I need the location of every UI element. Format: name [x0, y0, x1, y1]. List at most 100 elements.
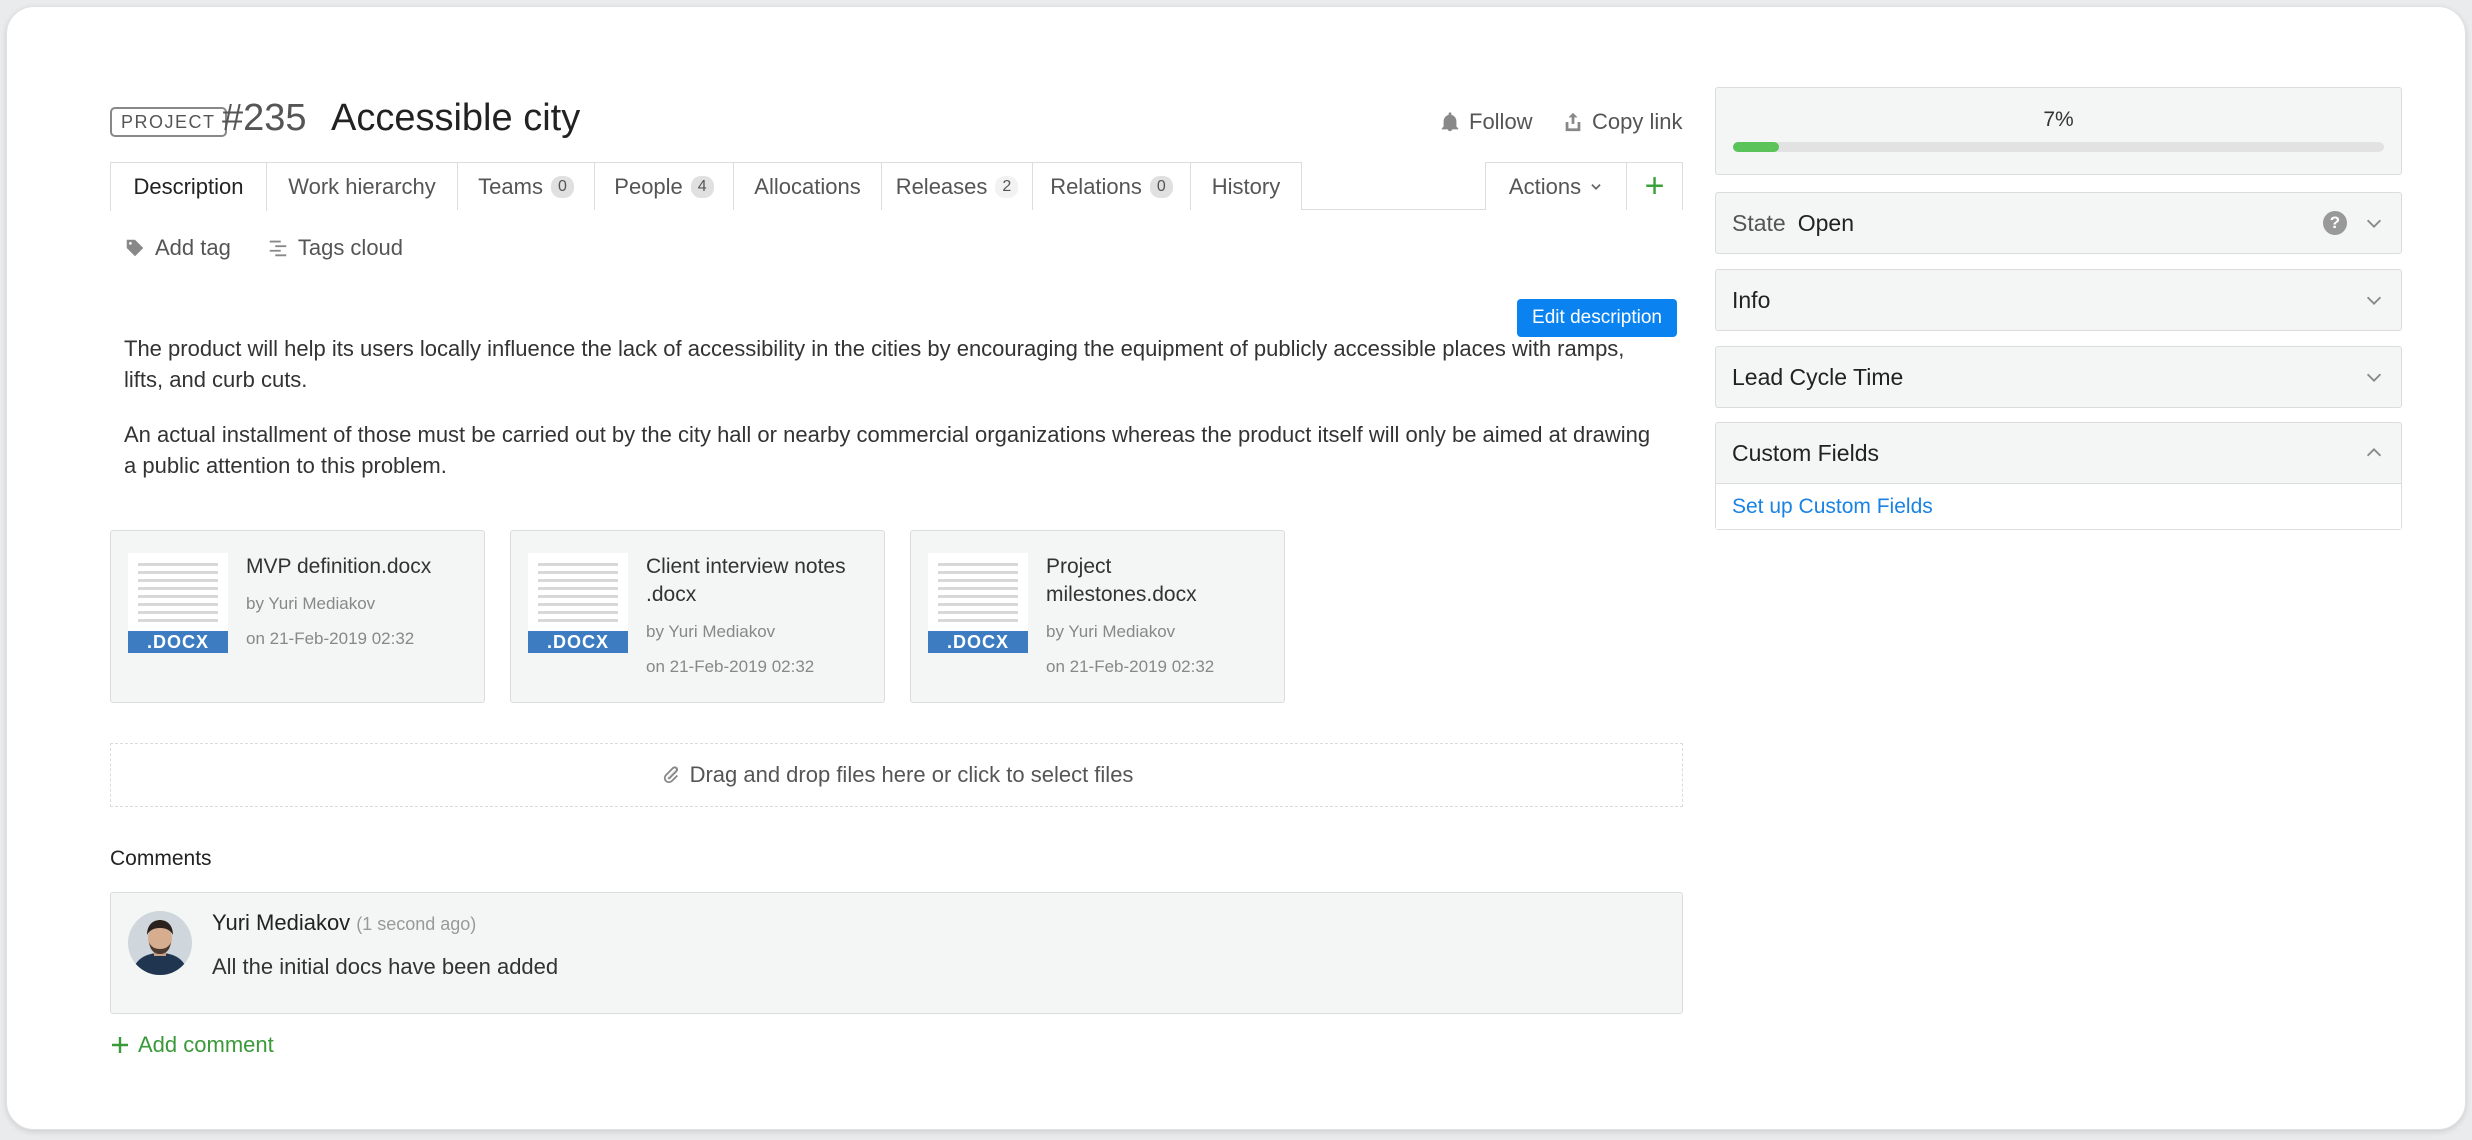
file-author: by Yuri Mediakov [646, 622, 776, 641]
follow-button[interactable]: Follow [1439, 109, 1533, 135]
tab-description[interactable]: Description [110, 162, 267, 211]
plus-icon: + [1644, 167, 1665, 205]
file-name[interactable]: Client interview notes .docx [646, 553, 871, 609]
add-tag-button[interactable]: Add tag [124, 235, 231, 261]
chevron-down-icon [1591, 183, 1601, 190]
app-window: PROJECT #235 Accessible city Follow Copy… [6, 6, 2466, 1130]
tab-label: Work hierarchy [288, 173, 436, 199]
description-paragraph: The product will help its users locally … [124, 336, 1625, 392]
project-badge: PROJECT [110, 107, 227, 137]
comment-author-name: Yuri Mediakov [212, 910, 351, 935]
state-value: Open [1797, 209, 1854, 236]
tab-label: People [614, 173, 683, 199]
dropzone-label: Drag and drop files here or click to sel… [689, 762, 1134, 787]
info-label: Info [1732, 286, 1771, 313]
page-title: Accessible city [331, 97, 581, 139]
comments-heading: Comments [110, 847, 212, 870]
tab-label: Teams [478, 173, 543, 199]
follow-label: Follow [1469, 109, 1533, 134]
file-ext-label: .DOCX [528, 631, 628, 653]
file-author: by Yuri Mediakov [1046, 622, 1176, 641]
state-label: State [1732, 209, 1786, 236]
info-panel[interactable]: Info [1715, 269, 2402, 331]
tab-relations[interactable]: Relations 0 [1032, 162, 1191, 210]
paperclip-icon [663, 766, 678, 784]
comment-author[interactable]: Yuri Mediakov (1 second ago) [212, 910, 476, 936]
file-ext-label: .DOCX [128, 631, 228, 653]
progress-percent: 7% [2043, 108, 2074, 131]
file-name[interactable]: Project milestones.docx [1046, 553, 1236, 609]
avatar [128, 911, 192, 975]
actions-label: Actions [1508, 173, 1582, 199]
plus-icon [112, 1037, 128, 1053]
progress-panel: 7% [1715, 87, 2402, 175]
main-content: PROJECT #235 Accessible city Follow Copy… [110, 87, 1683, 1057]
custom-fields-header[interactable]: Custom Fields [1716, 423, 2401, 483]
lead-cycle-time-panel[interactable]: Lead Cycle Time [1715, 346, 2402, 408]
description-paragraph: An actual installment of those must be c… [124, 422, 1651, 478]
custom-fields-label: Custom Fields [1732, 439, 1879, 466]
page-header: PROJECT #235 Accessible city Follow Copy… [110, 87, 1683, 153]
tab-bar: Description Work hierarchy Teams 0 Peopl… [110, 162, 1683, 211]
file-date: on 21-Feb-2019 02:32 [1046, 657, 1215, 676]
tab-releases[interactable]: Releases 2 [881, 162, 1033, 210]
comment-item: Yuri Mediakov (1 second ago) All the init… [110, 892, 1683, 1014]
add-button[interactable]: + [1626, 162, 1683, 210]
copy-link-label: Copy link [1592, 109, 1683, 134]
docx-file-icon: .DOCX [128, 553, 228, 653]
copy-link-button[interactable]: Copy link [1562, 109, 1682, 135]
share-icon [1565, 112, 1581, 132]
tab-count-badge: 0 [550, 175, 574, 198]
chevron-down-icon [2366, 296, 2382, 305]
tags-cloud-label: Tags cloud [297, 235, 404, 260]
lead-cycle-time-label: Lead Cycle Time [1732, 363, 1904, 390]
project-number: #235 [222, 97, 307, 139]
add-comment-button[interactable]: Add comment [110, 1032, 274, 1058]
file-ext-label: .DOCX [928, 631, 1028, 653]
description-text: The product will help its users locally … [124, 333, 1664, 505]
progress-bar-fill [1733, 142, 1779, 152]
custom-fields-panel: Custom Fields Set up Custom Fields [1715, 422, 2402, 530]
add-comment-label: Add comment [138, 1032, 274, 1057]
progress-bar [1733, 142, 2384, 152]
add-tag-label: Add tag [155, 235, 231, 260]
tag-icon [126, 239, 144, 257]
attachment-card[interactable]: .DOCX Project milestones.docx by Yuri Me… [910, 530, 1285, 703]
tab-label: Releases [895, 173, 988, 199]
tags-cloud-icon [269, 240, 287, 257]
tab-allocations[interactable]: Allocations [733, 162, 882, 210]
file-author: by Yuri Mediakov [246, 594, 376, 613]
help-icon[interactable]: ? [2323, 211, 2347, 235]
attachments-list: .DOCX MVP definition.docx by Yuri Mediak… [110, 530, 1285, 703]
setup-custom-fields-link[interactable]: Set up Custom Fields [1732, 495, 1933, 519]
tab-people[interactable]: People 4 [594, 162, 734, 210]
comment-text: All the initial docs have been added [212, 954, 559, 979]
attachment-card[interactable]: .DOCX Client interview notes .docx by Yu… [510, 530, 885, 703]
tab-count-badge: 0 [1149, 175, 1173, 198]
tab-history[interactable]: History [1190, 162, 1302, 210]
file-name[interactable]: MVP definition.docx [246, 553, 471, 581]
tab-count-badge: 4 [690, 175, 714, 198]
tab-count-badge: 2 [995, 175, 1019, 198]
docx-file-icon: .DOCX [528, 553, 628, 653]
tab-label: History [1211, 173, 1281, 199]
comment-time: (1 second ago) [356, 914, 477, 934]
file-date: on 21-Feb-2019 02:32 [646, 657, 815, 676]
tab-teams[interactable]: Teams 0 [457, 162, 595, 210]
file-dropzone[interactable]: Drag and drop files here or click to sel… [110, 743, 1683, 807]
tab-label: Relations [1050, 173, 1142, 199]
tab-label: Description [133, 174, 244, 199]
attachment-card[interactable]: .DOCX MVP definition.docx by Yuri Mediak… [110, 530, 485, 703]
chevron-down-icon [2366, 373, 2382, 382]
chevron-up-icon [2366, 448, 2382, 457]
state-panel[interactable]: State Open ? [1715, 192, 2402, 254]
tab-work-hierarchy[interactable]: Work hierarchy [266, 162, 458, 210]
tags-cloud-button[interactable]: Tags cloud [267, 235, 403, 261]
file-date: on 21-Feb-2019 02:32 [246, 629, 415, 648]
tag-toolbar: Add tag Tags cloud [124, 235, 403, 261]
actions-dropdown[interactable]: Actions [1485, 162, 1627, 210]
bell-icon [1441, 112, 1459, 132]
edit-description-button[interactable]: Edit description [1517, 299, 1677, 337]
docx-file-icon: .DOCX [928, 553, 1028, 653]
chevron-down-icon[interactable] [2363, 212, 2385, 234]
